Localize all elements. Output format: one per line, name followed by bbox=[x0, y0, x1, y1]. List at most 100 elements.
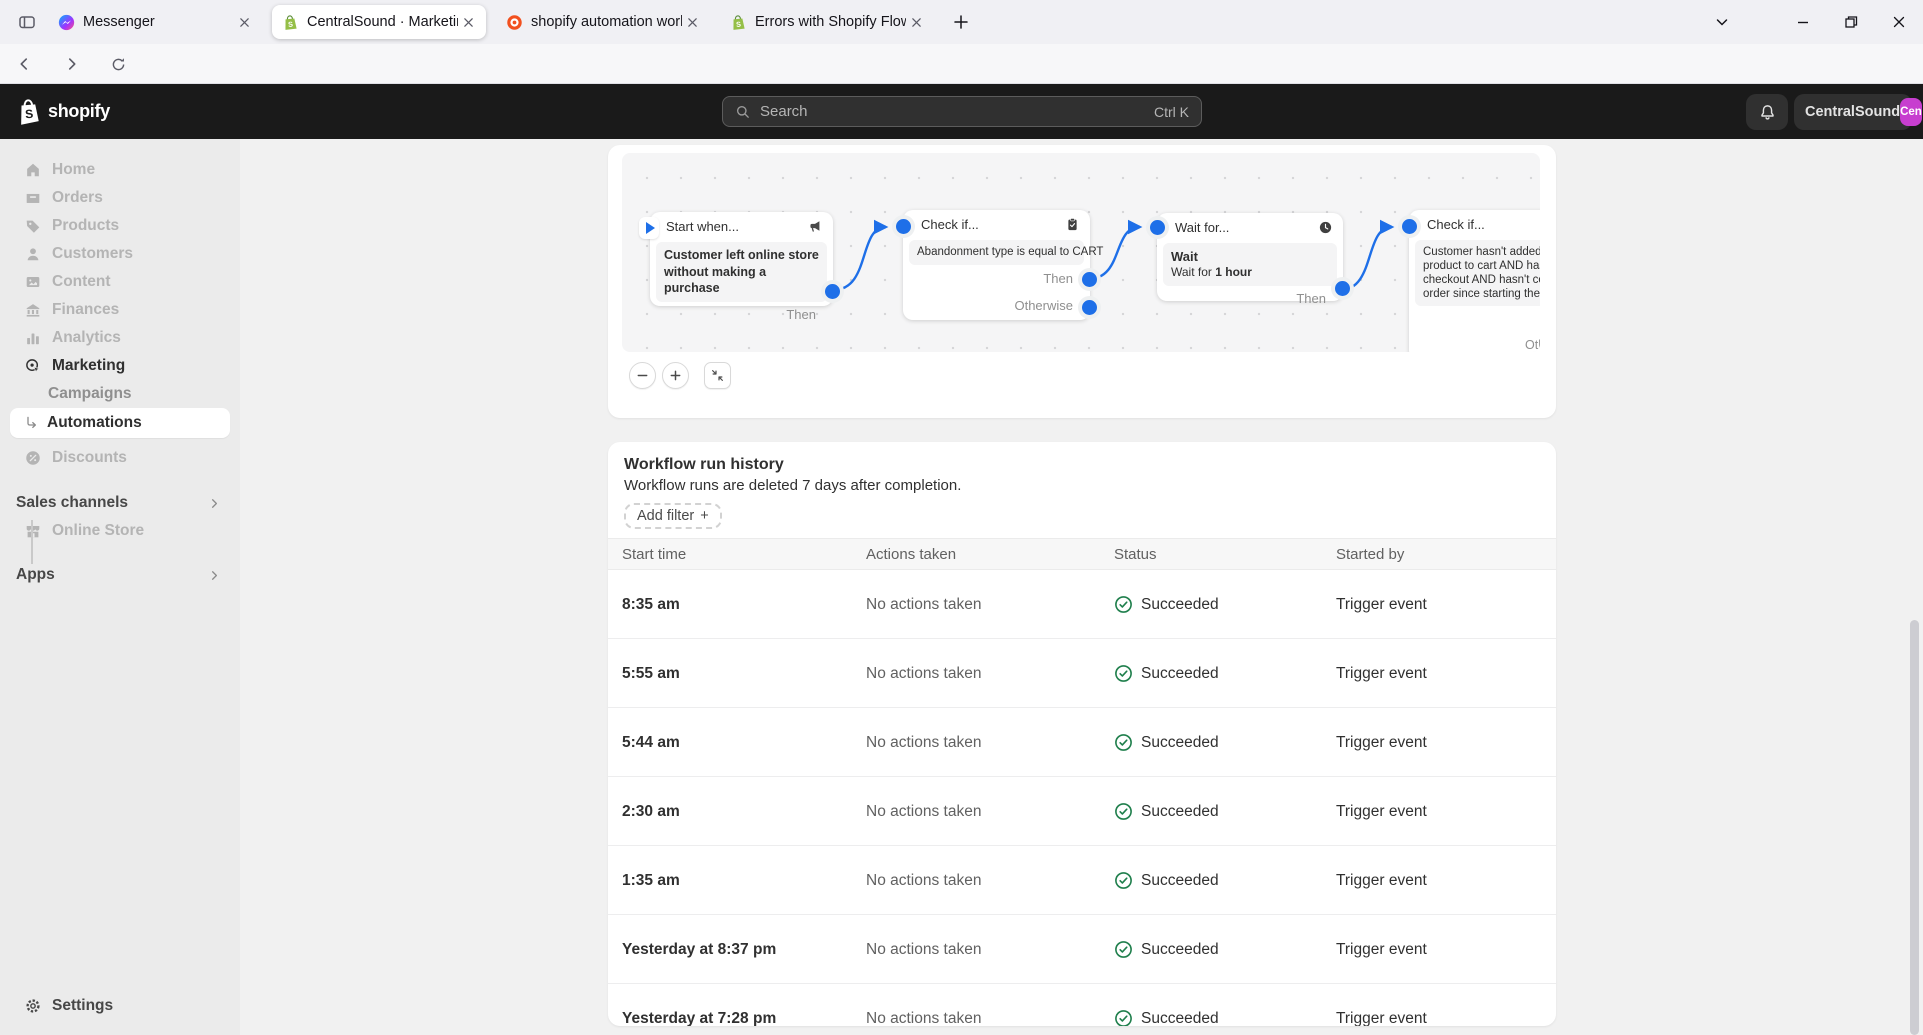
sidebar-item-orders[interactable]: Orders bbox=[0, 184, 240, 212]
plus-icon: + bbox=[700, 508, 709, 524]
otherwise-output-dot[interactable] bbox=[1082, 300, 1097, 315]
success-check-icon bbox=[1115, 1010, 1132, 1026]
flow-node-condition-2[interactable]: Check if... Customer hasn't added anothe… bbox=[1402, 210, 1540, 352]
flow-node-wait[interactable]: Wait for... Wait Wait for 1 hour Then bbox=[1150, 213, 1350, 306]
minimize-button[interactable] bbox=[1783, 8, 1823, 36]
new-tab-button[interactable] bbox=[948, 10, 974, 34]
sidebar-item-home[interactable]: Home bbox=[0, 156, 240, 184]
zoom-out-button[interactable] bbox=[629, 362, 656, 389]
close-window-button[interactable] bbox=[1879, 8, 1919, 36]
collapse-icon bbox=[712, 370, 723, 381]
zoom-in-button[interactable] bbox=[662, 362, 689, 389]
tab-close-icon[interactable] bbox=[458, 12, 478, 32]
tab-close-icon[interactable] bbox=[234, 12, 254, 32]
node-header-label: Wait for... bbox=[1175, 219, 1230, 235]
tab-title: shopify automation workflow ru bbox=[531, 14, 682, 30]
notifications-button[interactable] bbox=[1746, 94, 1788, 130]
store-avatar: Cen bbox=[1900, 98, 1922, 126]
input-dot[interactable] bbox=[896, 219, 911, 234]
sidebar-label: Home bbox=[52, 161, 96, 178]
tab-shopify-flow-errors[interactable]: S Errors with Shopify Flow run his bbox=[720, 5, 934, 39]
chevron-right-icon bbox=[211, 570, 218, 580]
shopify-favicon: S bbox=[285, 14, 297, 30]
table-row[interactable]: 2:30 am No actions taken Succeeded Trigg… bbox=[608, 777, 1556, 846]
run-actions: No actions taken bbox=[866, 734, 982, 751]
sidebar-item-finances[interactable]: Finances bbox=[0, 296, 240, 324]
run-started-by: Trigger event bbox=[1336, 1010, 1427, 1026]
messenger-icon bbox=[58, 14, 75, 30]
sidebar-item-automations[interactable]: Automations bbox=[10, 408, 230, 438]
tab-list-button[interactable] bbox=[1702, 8, 1742, 36]
sidebar-item-settings[interactable]: Settings bbox=[0, 991, 240, 1021]
sidebar-section-sales-channels[interactable]: Sales channels bbox=[0, 489, 240, 517]
sidebar-item-analytics[interactable]: Analytics bbox=[0, 324, 240, 352]
add-filter-button[interactable]: Add filter + bbox=[624, 503, 722, 529]
success-check-icon bbox=[1115, 872, 1132, 889]
tab-centralsound-marketing[interactable]: S CentralSound · Marketing · Aba bbox=[272, 5, 486, 39]
restore-button[interactable] bbox=[1831, 8, 1871, 36]
tab-automation-workflow[interactable]: shopify automation workflow ru bbox=[496, 5, 710, 39]
fit-to-screen-button[interactable] bbox=[704, 362, 731, 389]
section-label: Sales channels bbox=[16, 494, 129, 511]
bank-icon bbox=[26, 304, 40, 317]
forward-icon bbox=[68, 58, 76, 70]
tab-title: Errors with Shopify Flow run his bbox=[755, 14, 906, 30]
reload-button[interactable] bbox=[102, 50, 134, 78]
then-output-dot[interactable] bbox=[1335, 281, 1350, 296]
table-row[interactable]: 5:55 am No actions taken Succeeded Trigg… bbox=[608, 639, 1556, 708]
sidebar-label: Customers bbox=[52, 245, 133, 262]
sidebar-section-apps[interactable]: Apps bbox=[0, 561, 240, 589]
sidebar-item-marketing[interactable]: Marketing bbox=[0, 352, 240, 380]
store-account-button[interactable]: CentralSound Cen bbox=[1794, 94, 1922, 130]
sidebar-item-content[interactable]: Content bbox=[0, 268, 240, 296]
sidebar-item-customers[interactable]: Customers bbox=[0, 240, 240, 268]
then-output-dot[interactable] bbox=[1082, 272, 1097, 287]
table-row[interactable]: 8:35 am No actions taken Succeeded Trigg… bbox=[608, 570, 1556, 639]
minimize-icon bbox=[1798, 21, 1808, 24]
run-started-by: Trigger event bbox=[1336, 734, 1427, 751]
run-start-time: 5:44 am bbox=[622, 734, 680, 751]
tab-messenger[interactable]: Messenger bbox=[48, 5, 262, 39]
table-row[interactable]: Yesterday at 7:28 pm No actions taken Su… bbox=[608, 984, 1556, 1026]
flow-node-condition[interactable]: Check if... Abandonment type is equal to… bbox=[896, 210, 1103, 320]
table-row[interactable]: 1:35 am No actions taken Succeeded Trigg… bbox=[608, 846, 1556, 915]
sidebar-item-products[interactable]: Products bbox=[0, 212, 240, 240]
person-icon bbox=[27, 248, 39, 261]
megaphone-icon bbox=[810, 221, 820, 232]
table-row[interactable]: Yesterday at 8:37 pm No actions taken Su… bbox=[608, 915, 1556, 984]
back-button[interactable] bbox=[8, 50, 40, 78]
table-row[interactable]: 5:44 am No actions taken Succeeded Trigg… bbox=[608, 708, 1556, 777]
input-dot[interactable] bbox=[1402, 219, 1417, 234]
firefox-view-button[interactable] bbox=[12, 10, 42, 34]
run-actions: No actions taken bbox=[866, 803, 982, 820]
history-title: Workflow run history bbox=[624, 456, 784, 473]
tab-close-icon[interactable] bbox=[682, 12, 702, 32]
run-actions: No actions taken bbox=[866, 665, 982, 682]
sidebar-item-online-store[interactable]: Online Store bbox=[0, 517, 240, 545]
run-started-by: Trigger event bbox=[1336, 872, 1427, 889]
node-body-text: Customer hasn't added another product to… bbox=[1415, 240, 1540, 307]
flow-node-trigger[interactable]: Start when... Customer left online store… bbox=[639, 212, 840, 322]
scrollbar-thumb[interactable] bbox=[1910, 620, 1919, 1035]
tab-close-icon[interactable] bbox=[906, 12, 926, 32]
history-subtitle: Workflow runs are deleted 7 days after c… bbox=[624, 477, 962, 494]
search-input[interactable] bbox=[760, 103, 1154, 120]
success-check-icon bbox=[1115, 665, 1132, 682]
firefox-view-icon bbox=[19, 16, 35, 29]
tab-title: CentralSound · Marketing · Aba bbox=[307, 14, 458, 30]
sidebar-label: Automations bbox=[47, 414, 142, 431]
sidebar-item-discounts[interactable]: Discounts bbox=[0, 444, 240, 472]
workflow-canvas[interactable]: Start when... Customer left online store… bbox=[622, 153, 1540, 352]
store-name: CentralSound bbox=[1805, 104, 1901, 120]
run-status: Succeeded bbox=[1114, 846, 1219, 915]
global-search[interactable]: Ctrl K bbox=[722, 96, 1202, 127]
then-output-dot[interactable] bbox=[825, 284, 840, 299]
sidebar-item-campaigns[interactable]: Campaigns bbox=[0, 380, 240, 408]
restore-icon bbox=[1845, 16, 1858, 28]
forward-button[interactable] bbox=[56, 50, 88, 78]
wait-title: Wait bbox=[1171, 249, 1198, 264]
input-dot[interactable] bbox=[1150, 220, 1165, 235]
run-actions: No actions taken bbox=[866, 941, 982, 958]
status-label: Succeeded bbox=[1141, 871, 1219, 889]
sidebar-label: Orders bbox=[52, 189, 103, 206]
